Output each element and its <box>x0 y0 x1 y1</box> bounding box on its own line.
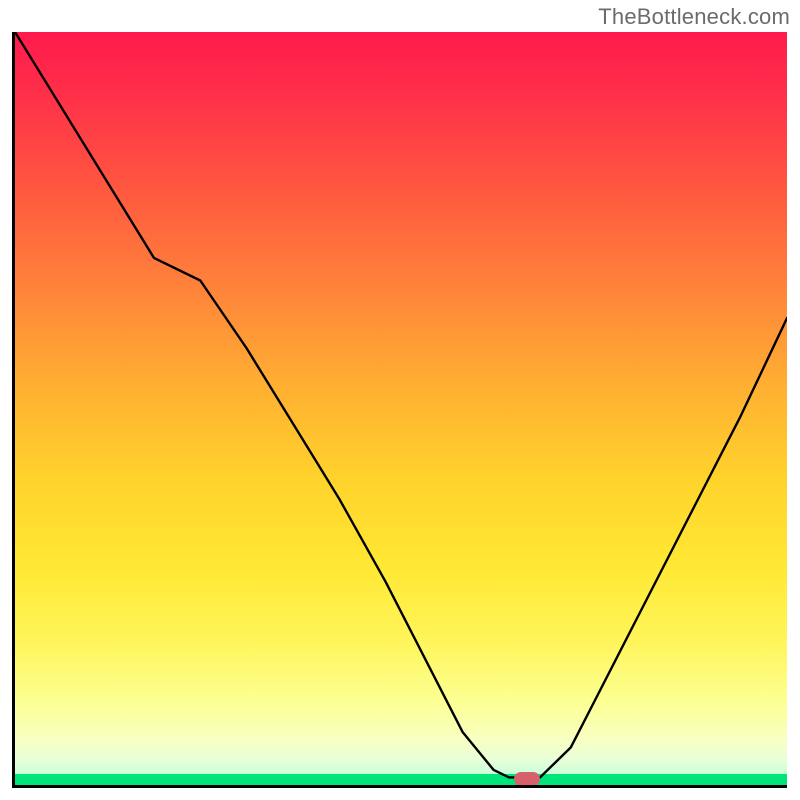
watermark-text: TheBottleneck.com <box>598 4 790 30</box>
bottleneck-curve <box>15 32 787 777</box>
chart-frame: TheBottleneck.com <box>0 0 800 800</box>
curve-layer <box>15 32 787 785</box>
optimal-marker <box>514 772 540 786</box>
plot-area <box>12 32 787 788</box>
